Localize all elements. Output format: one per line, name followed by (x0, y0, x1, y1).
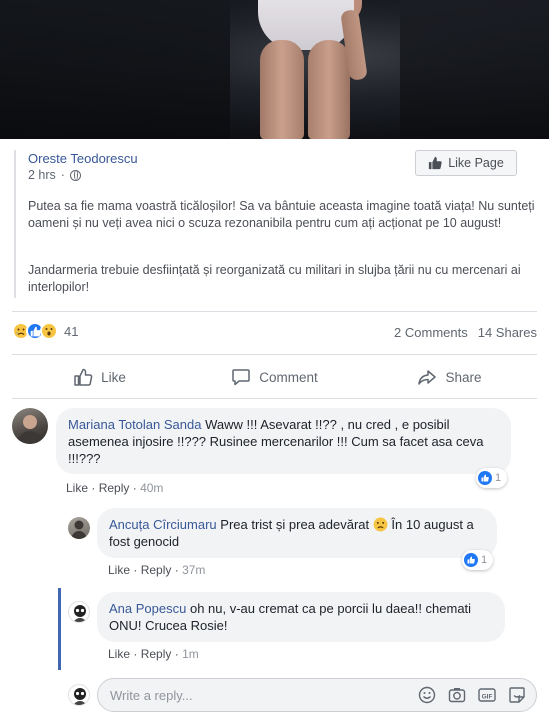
comment-time[interactable]: 37m (182, 563, 205, 577)
globe-icon (69, 169, 81, 181)
comment-like-link[interactable]: Like (108, 647, 130, 661)
divider (12, 398, 537, 399)
post-photo[interactable] (0, 0, 549, 139)
post-author[interactable]: Oreste Teodorescu (28, 151, 138, 166)
camera-icon[interactable] (448, 686, 466, 704)
cartoon-avatar-icon (73, 605, 87, 622)
thumbs-up-icon (429, 156, 442, 170)
comment-label: Comment (259, 369, 318, 385)
comment-like-link[interactable]: Like (108, 563, 130, 577)
reactions-summary[interactable]: 41 (12, 322, 78, 340)
comment-actions: Like · Reply · 40m (66, 481, 164, 495)
comment-like-link[interactable]: Like (66, 481, 88, 495)
engagement-counts: 2 Comments 14 Shares (394, 325, 537, 340)
avatar[interactable] (68, 517, 90, 539)
like-label: Like (101, 369, 126, 385)
comment-text: Prea trist și prea adevărat (220, 517, 370, 532)
photo-crowd-right (400, 0, 549, 139)
avatar[interactable] (12, 408, 48, 444)
comment-bubble: Ancuța Cîrciumaru Prea trist și prea ade… (97, 508, 497, 558)
like-reaction-icon (478, 471, 492, 485)
comment-reply-link[interactable]: Reply (141, 563, 172, 577)
comment-author[interactable]: Ancuța Cîrciumaru (109, 517, 217, 532)
comment-author[interactable]: Mariana Totolan Sanda (68, 417, 201, 432)
divider (12, 354, 537, 355)
reply-input-icons: GIF (418, 686, 526, 704)
emoji-icon[interactable] (418, 686, 436, 704)
reaction-count: 41 (64, 323, 79, 339)
comment-icon (232, 369, 250, 386)
avatar[interactable] (68, 601, 90, 623)
comment-actions: Like · Reply · 1m (108, 647, 199, 661)
like-button[interactable]: Like (12, 360, 187, 394)
photo-crowd-left (0, 0, 230, 139)
post-text-paragraph: Putea sa fie mama voastră ticăloșilor! S… (28, 199, 535, 230)
share-icon (418, 370, 437, 385)
new-reply-highlight (58, 588, 61, 670)
wow-reaction-icon (40, 322, 58, 340)
shares-count[interactable]: 14 Shares (478, 325, 537, 340)
comment-time[interactable]: 1m (182, 647, 199, 661)
post-time[interactable]: 2 hrs (28, 168, 56, 182)
like-page-button[interactable]: Like Page (415, 150, 517, 176)
photo-figure-leg (260, 40, 304, 139)
comment-reply-link[interactable]: Reply (99, 481, 130, 495)
like-reaction-icon (464, 553, 478, 567)
sad-emoji-icon (373, 517, 388, 532)
comment-button[interactable]: Comment (187, 360, 362, 394)
current-user-avatar[interactable] (68, 684, 90, 706)
comment-bubble: Mariana Totolan Sanda Waww !!! Asevarat … (56, 408, 511, 474)
cartoon-avatar-icon (73, 688, 87, 705)
photo-figure-leg (308, 40, 350, 139)
comment-actions: Like · Reply · 37m (108, 563, 206, 577)
comment-reply-link[interactable]: Reply (141, 647, 172, 661)
shared-post: Oreste Teodorescu 2 hrs · Like Page Pute… (14, 150, 537, 298)
divider (12, 311, 537, 312)
like-page-label: Like Page (448, 156, 504, 170)
comment-like-badge[interactable]: 1 (476, 468, 508, 488)
post-action-bar: Like Comment Share (12, 360, 537, 394)
person-photo-icon (17, 415, 43, 444)
comment-author[interactable]: Ana Popescu (109, 601, 186, 616)
comment-like-badge[interactable]: 1 (462, 550, 494, 570)
comment-like-count: 1 (495, 472, 502, 484)
reply-input[interactable]: Write a reply... GIF (97, 678, 537, 712)
comment-time[interactable]: 40m (140, 481, 163, 495)
share-label: Share (445, 369, 482, 385)
comment-like-count: 1 (481, 554, 488, 566)
thumbs-up-icon (74, 368, 93, 386)
comments-count[interactable]: 2 Comments (394, 325, 468, 340)
gif-icon[interactable]: GIF (478, 686, 496, 704)
reply-placeholder: Write a reply... (110, 687, 193, 703)
svg-text:GIF: GIF (482, 693, 493, 700)
post-text-paragraph: Jandarmeria trebuie desființată și reorg… (28, 263, 521, 294)
share-button[interactable]: Share (362, 360, 537, 394)
post-meta: 2 hrs · (28, 168, 81, 182)
person-photo-icon (71, 520, 87, 539)
sticker-icon[interactable] (508, 686, 526, 704)
comment-bubble: Ana Popescu oh nu, v-au cremat ca pe por… (97, 592, 505, 642)
